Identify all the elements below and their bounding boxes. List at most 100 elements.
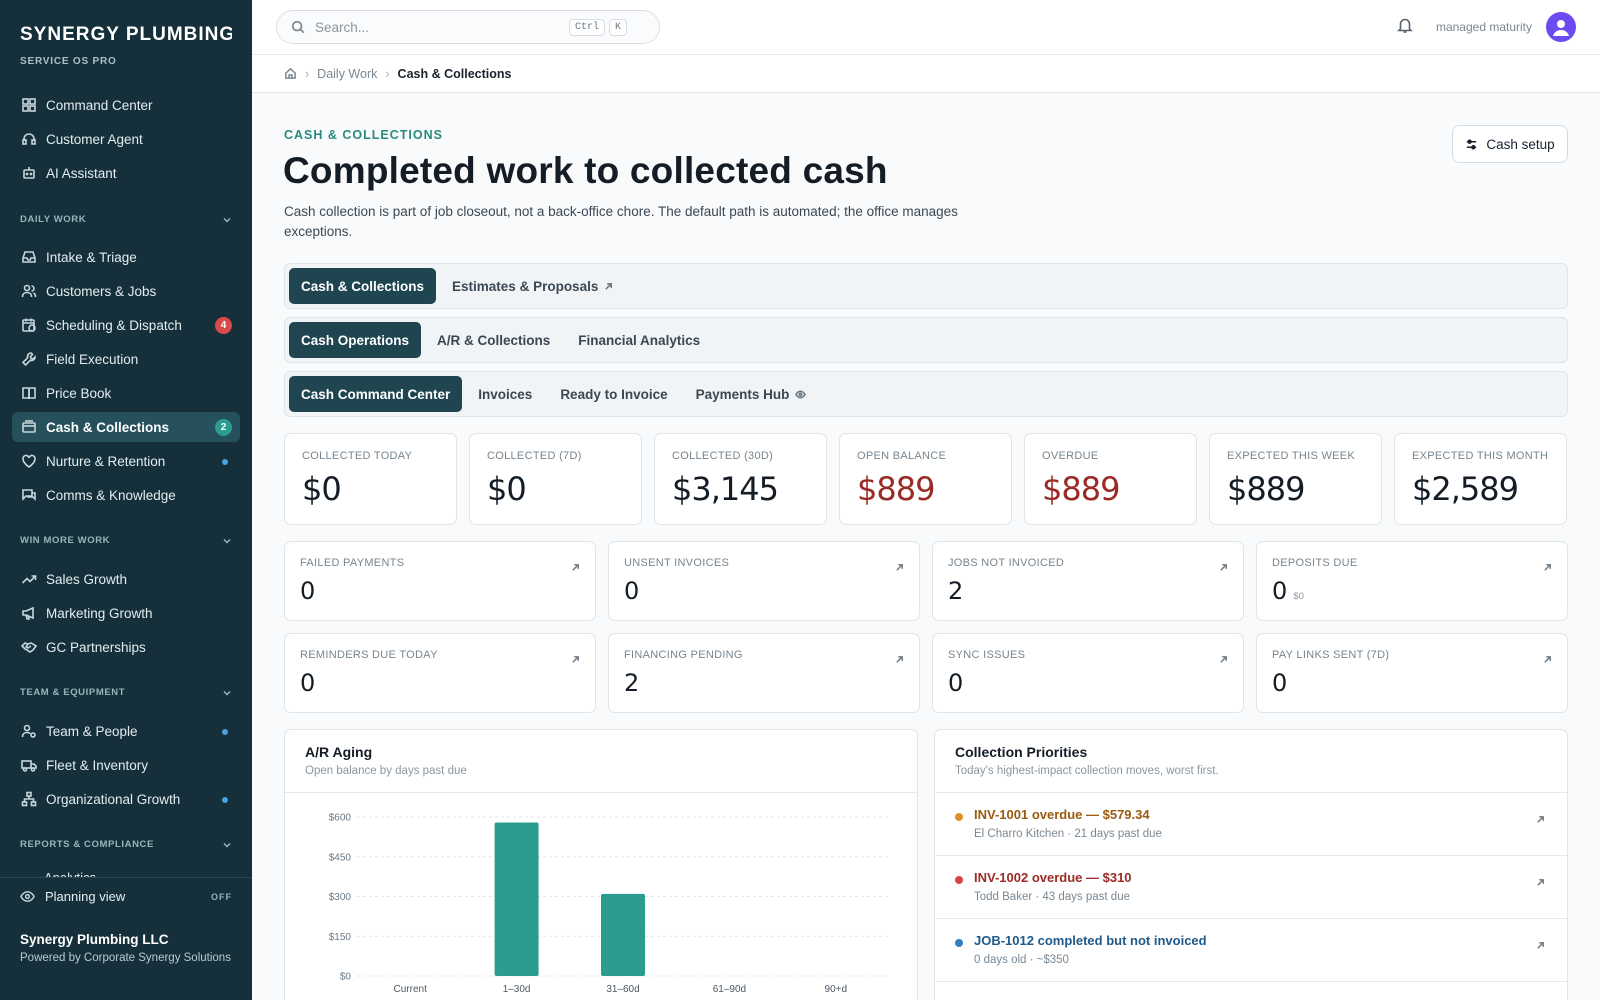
kpi-value: $0	[302, 470, 342, 508]
metric-label: PAY LINKS SENT (7D)	[1272, 649, 1390, 661]
sidebar-item-ai-assistant[interactable]: AI Assistant	[12, 158, 240, 188]
metric-unsent-invoices[interactable]: UNSENT INVOICES 0	[608, 541, 920, 621]
sidebar-item-field-execution[interactable]: Field Execution	[12, 344, 240, 374]
metric-deposits-due[interactable]: DEPOSITS DUE 0 $0	[1256, 541, 1568, 621]
metric-value: 0	[624, 577, 640, 605]
x-tick-label: 1–30d	[503, 984, 531, 995]
planning-view-toggle[interactable]: Planning view OFF	[0, 877, 252, 915]
sidebar-item-org-growth[interactable]: Organizational Growth	[12, 784, 240, 814]
avatar[interactable]	[1546, 12, 1576, 42]
sidebar-item-label: Sales Growth	[46, 571, 128, 587]
truck-icon	[20, 756, 38, 774]
sidebar-item-label: Nurture & Retention	[46, 453, 166, 469]
section-win-more-work[interactable]: WIN MORE WORK	[20, 535, 232, 546]
arrow-up-right-icon	[1219, 651, 1228, 669]
home-icon[interactable]	[284, 67, 297, 80]
sidebar-item-nurture[interactable]: Nurture & Retention	[12, 446, 240, 476]
trending-up-icon	[20, 570, 38, 588]
robot-icon	[20, 164, 38, 182]
sidebar-item-fleet-inventory[interactable]: Fleet & Inventory	[12, 750, 240, 780]
sidebar-item-label: Comms & Knowledge	[46, 487, 176, 503]
status-dot	[222, 459, 228, 465]
tab-cash-command-center[interactable]: Cash Command Center	[289, 376, 463, 412]
metric-value: 0	[948, 669, 964, 697]
y-tick-label: $600	[329, 813, 352, 824]
kpi-collected-7d: COLLECTED (7D) $0	[469, 433, 642, 525]
sidebar-item-gc-partnerships[interactable]: GC Partnerships	[12, 632, 240, 662]
priority-item[interactable]: JOB-1012 completed but not invoiced 0 da…	[935, 919, 1567, 982]
metric-reminders-due[interactable]: REMINDERS DUE TODAY 0	[284, 633, 596, 713]
breadcrumb-section[interactable]: Daily Work	[317, 67, 377, 81]
metric-financing-pending[interactable]: FINANCING PENDING 2	[608, 633, 920, 713]
breadcrumb-current: Cash & Collections	[397, 66, 512, 81]
metric-value: 2	[624, 669, 640, 697]
section-daily-work[interactable]: DAILY WORK	[20, 214, 232, 225]
priority-dot	[955, 939, 963, 947]
arrow-up-right-icon	[895, 559, 904, 577]
sidebar-item-label: Scheduling & Dispatch	[46, 317, 182, 333]
priority-item[interactable]: INV-1001 overdue — $579.34 El Charro Kit…	[935, 793, 1567, 856]
kpi-label: OPEN BALANCE	[857, 450, 947, 462]
tab-cash-operations[interactable]: Cash Operations	[289, 322, 422, 358]
sidebar-item-command-center[interactable]: Command Center	[12, 90, 240, 120]
search-input[interactable]	[315, 19, 565, 35]
metric-label: JOBS NOT INVOICED	[948, 557, 1065, 569]
arrow-up-right-icon	[571, 651, 580, 669]
sidebar-item-label: Command Center	[46, 97, 153, 113]
priority-subtitle: 0 days old · ~$350	[974, 954, 1069, 966]
sidebar-item-price-book[interactable]: Price Book	[12, 378, 240, 408]
tab-ready-to-invoice[interactable]: Ready to Invoice	[548, 376, 679, 412]
calendar-clock-icon	[20, 316, 38, 334]
sidebar-item-marketing-growth[interactable]: Marketing Growth	[12, 598, 240, 628]
wrench-icon	[20, 350, 38, 368]
kpi-expected-week: EXPECTED THIS WEEK $889	[1209, 433, 1382, 525]
brand-name: SYNERGY PLUMBING ...	[20, 24, 232, 45]
panel-title: Collection Priorities	[955, 744, 1088, 760]
priority-item[interactable]: INV-1002 overdue — $310 Todd Baker · 43 …	[935, 856, 1567, 919]
bell-icon[interactable]	[1396, 16, 1414, 39]
tab-estimates-proposals[interactable]: Estimates & Proposals	[440, 268, 625, 304]
arrow-up-right-icon	[571, 559, 580, 577]
tab-invoices[interactable]: Invoices	[466, 376, 544, 412]
section-reports[interactable]: REPORTS & COMPLIANCE	[20, 839, 232, 850]
x-tick-label: Current	[394, 984, 428, 995]
sidebar-item-intake[interactable]: Intake & Triage	[12, 242, 240, 272]
priority-dot	[955, 876, 963, 884]
sidebar-item-label: Intake & Triage	[46, 249, 137, 265]
priority-title: INV-1001 overdue — $579.34	[974, 807, 1150, 822]
sidebar-item-label: GC Partnerships	[46, 639, 146, 655]
priority-dot	[955, 813, 963, 821]
tab-payments-hub[interactable]: Payments Hub	[684, 376, 819, 412]
cash-setup-button[interactable]: Cash setup	[1452, 125, 1568, 163]
tab-financial-analytics[interactable]: Financial Analytics	[566, 322, 712, 358]
sidebar-item-analytics-clipped[interactable]: Analytics	[44, 870, 96, 877]
sidebar-item-customers-jobs[interactable]: Customers & Jobs	[12, 276, 240, 306]
sidebar-item-scheduling[interactable]: Scheduling & Dispatch 4	[12, 310, 240, 340]
search-box[interactable]: Ctrl K	[276, 10, 660, 44]
sidebar-item-comms[interactable]: Comms & Knowledge	[12, 480, 240, 510]
priority-subtitle: El Charro Kitchen · 21 days past due	[974, 828, 1162, 840]
user-label[interactable]: managed maturity	[1436, 20, 1532, 34]
x-tick-label: 61–90d	[713, 984, 746, 995]
metric-pay-links-sent[interactable]: PAY LINKS SENT (7D) 0	[1256, 633, 1568, 713]
inbox-icon	[20, 248, 38, 266]
metric-value: 0	[300, 669, 316, 697]
metric-jobs-not-invoiced[interactable]: JOBS NOT INVOICED 2	[932, 541, 1244, 621]
tab-ar-collections[interactable]: A/R & Collections	[425, 322, 562, 358]
shortcut-key: Ctrl	[569, 18, 606, 36]
metric-failed-payments[interactable]: FAILED PAYMENTS 0	[284, 541, 596, 621]
bar	[494, 822, 539, 976]
section-team-equipment[interactable]: TEAM & EQUIPMENT	[20, 687, 232, 698]
sidebar-item-cash-collections[interactable]: Cash & Collections 2	[12, 412, 240, 442]
sidebar-item-team-people[interactable]: Team & People	[12, 716, 240, 746]
sidebar-item-sales-growth[interactable]: Sales Growth	[12, 564, 240, 594]
arrow-up-right-icon	[1543, 651, 1552, 669]
tab-label: Payments Hub	[695, 386, 790, 402]
sidebar-item-label: Customer Agent	[46, 131, 143, 147]
sidebar-item-customer-agent[interactable]: Customer Agent	[12, 124, 240, 154]
tab-cash-collections[interactable]: Cash & Collections	[289, 268, 437, 304]
org-chart-icon	[20, 790, 38, 808]
breadcrumb: › Daily Work › Cash & Collections	[252, 55, 1600, 93]
priority-subtitle: Todd Baker · 43 days past due	[974, 891, 1130, 903]
metric-sync-issues[interactable]: SYNC ISSUES 0	[932, 633, 1244, 713]
